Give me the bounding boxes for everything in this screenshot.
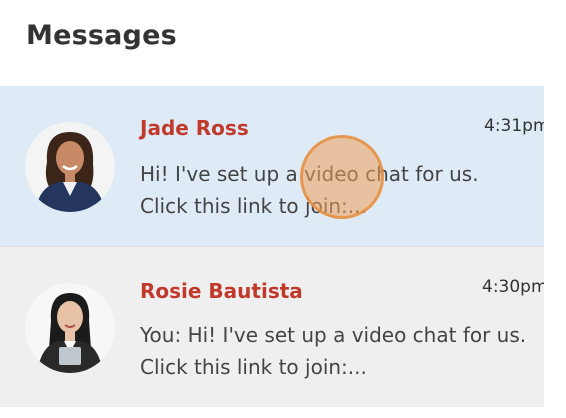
- conversation-item-jade-ross[interactable]: Jade Ross 4:31pm Hi! I've set up a video…: [0, 86, 544, 246]
- message-time: 4:31pm: [484, 116, 544, 136]
- conversation-item-rosie-bautista[interactable]: Rosie Bautista 4:30pm You: Hi! I've set …: [0, 246, 544, 407]
- message-time: 4:30pm: [482, 277, 544, 297]
- avatar: [25, 122, 115, 212]
- message-preview: You: Hi! I've set up a video chat for us…: [140, 323, 527, 379]
- contact-name: Jade Ross: [140, 116, 249, 140]
- contact-name: Rosie Bautista: [140, 279, 303, 303]
- avatar: [25, 283, 115, 373]
- message-preview: Hi! I've set up a video chat for us. Cli…: [140, 162, 479, 218]
- messages-header: Messages: [0, 0, 566, 86]
- page-title: Messages: [26, 20, 177, 51]
- conversation-list: Jade Ross 4:31pm Hi! I've set up a video…: [0, 86, 544, 407]
